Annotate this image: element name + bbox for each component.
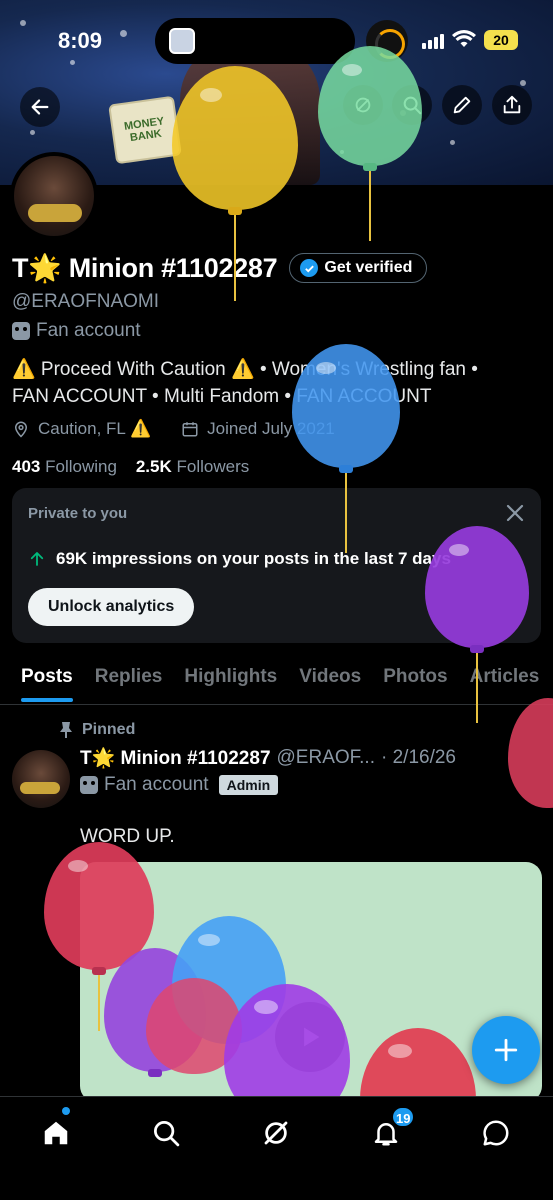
get-verified-button[interactable]: Get verified (289, 253, 428, 283)
post-video[interactable] (80, 862, 542, 1102)
post-author-handle: @ERAOF... (276, 747, 375, 768)
post-date: · 2/16/26 (381, 747, 456, 768)
mask-icon (80, 776, 98, 794)
followers-count: 2.5K (135, 457, 172, 476)
red-balloon-right (508, 698, 553, 818)
unlock-analytics-button[interactable]: Unlock analytics (28, 588, 195, 626)
bio-line-2: FAN ACCOUNT • Multi Fandom • FAN ACCOUNT (12, 386, 432, 407)
calendar-icon (182, 422, 198, 437)
profile-tabs: Posts Replies Highlights Videos Photos A… (0, 653, 553, 705)
tab-photos[interactable]: Photos (372, 653, 458, 704)
profile-category: Fan account (36, 320, 141, 341)
post-author-name[interactable]: T🌟 Minion #1102287 (80, 746, 271, 770)
edit-profile-button[interactable] (442, 85, 482, 125)
profile-joined-date: Joined July 2021 (207, 419, 335, 438)
impressions-text: 69K impressions on your posts in the las… (56, 549, 451, 568)
nav-grok[interactable] (254, 1111, 298, 1155)
share-button[interactable] (492, 85, 532, 125)
championship-belt (20, 782, 60, 794)
timer-ring-icon (366, 20, 408, 62)
play-icon (304, 1027, 320, 1047)
followers-link[interactable]: 2.5K Followers (136, 457, 249, 476)
verified-check-icon (300, 259, 319, 277)
plus-icon (494, 1038, 518, 1062)
profile-bio: ⚠️ Proceed With Caution ⚠️ • Women's Wre… (12, 356, 537, 410)
back-button[interactable] (20, 87, 60, 127)
profile-name: T🌟 Minion #1102287 (12, 253, 278, 283)
following-count: 403 (12, 457, 41, 476)
post-author-category: Fan account (104, 774, 209, 795)
tab-replies[interactable]: Replies (84, 653, 174, 704)
bottom-navigation (0, 1096, 553, 1200)
money-in-the-bank-briefcase: MONEY BANK (108, 95, 182, 165)
followers-label: Followers (176, 457, 250, 476)
following-link[interactable]: 403 Following (12, 457, 117, 476)
analytics-card: Private to you 69K impressions on your p… (12, 488, 541, 643)
grok-icon (264, 1121, 288, 1145)
mitb-text: MONEY BANK (123, 115, 165, 145)
championship-belt (28, 204, 82, 222)
profile-location: Caution, FL ⚠️ (38, 419, 152, 438)
dynamic-island[interactable] (155, 18, 355, 64)
pin-icon (60, 722, 72, 738)
tab-articles[interactable]: Articles (459, 653, 551, 704)
arrow-left-icon (31, 99, 49, 115)
pinned-label: Pinned (82, 721, 136, 738)
grok-icon (355, 97, 371, 113)
mail-icon (483, 1120, 509, 1146)
mask-icon (12, 322, 30, 340)
admin-badge: Admin (218, 775, 279, 795)
home-unread-dot (62, 1107, 70, 1115)
nav-messages[interactable] (474, 1111, 518, 1155)
post-author-avatar[interactable] (12, 750, 70, 808)
bio-line-1: ⚠️ Proceed With Caution ⚠️ • Women's Wre… (12, 359, 478, 380)
search-profile-button[interactable] (392, 85, 432, 125)
nav-search[interactable] (144, 1111, 188, 1155)
wifi-icon (452, 30, 476, 47)
following-label: Following (45, 457, 117, 476)
profile-avatar[interactable] (10, 152, 98, 240)
tab-highlights[interactable]: Highlights (173, 653, 288, 704)
pencil-icon (453, 96, 471, 114)
share-icon (503, 95, 521, 114)
cellular-signal-icon (422, 34, 444, 49)
arrow-up-icon (30, 552, 44, 566)
search-icon (403, 96, 422, 115)
tab-posts[interactable]: Posts (0, 653, 84, 704)
tab-videos[interactable]: Videos (288, 653, 372, 704)
get-verified-label: Get verified (324, 259, 413, 276)
location-pin-icon (14, 421, 28, 438)
notifications-badge: 19 (391, 1106, 416, 1128)
analytics-card-title: Private to you (28, 505, 128, 522)
post-text: WORD UP. (80, 826, 175, 847)
battery-indicator: 20 (484, 30, 518, 50)
home-icon (44, 1121, 68, 1145)
grok-button[interactable] (343, 85, 383, 125)
status-time: 8:09 (58, 28, 103, 53)
app-thumbnail-icon (169, 28, 195, 54)
search-icon (154, 1121, 180, 1147)
compose-button[interactable] (472, 1016, 540, 1084)
nav-home[interactable] (34, 1111, 78, 1155)
profile-handle: @ERAOFNAOMI (12, 291, 160, 312)
play-button[interactable] (275, 1002, 345, 1072)
close-icon[interactable] (503, 501, 527, 525)
